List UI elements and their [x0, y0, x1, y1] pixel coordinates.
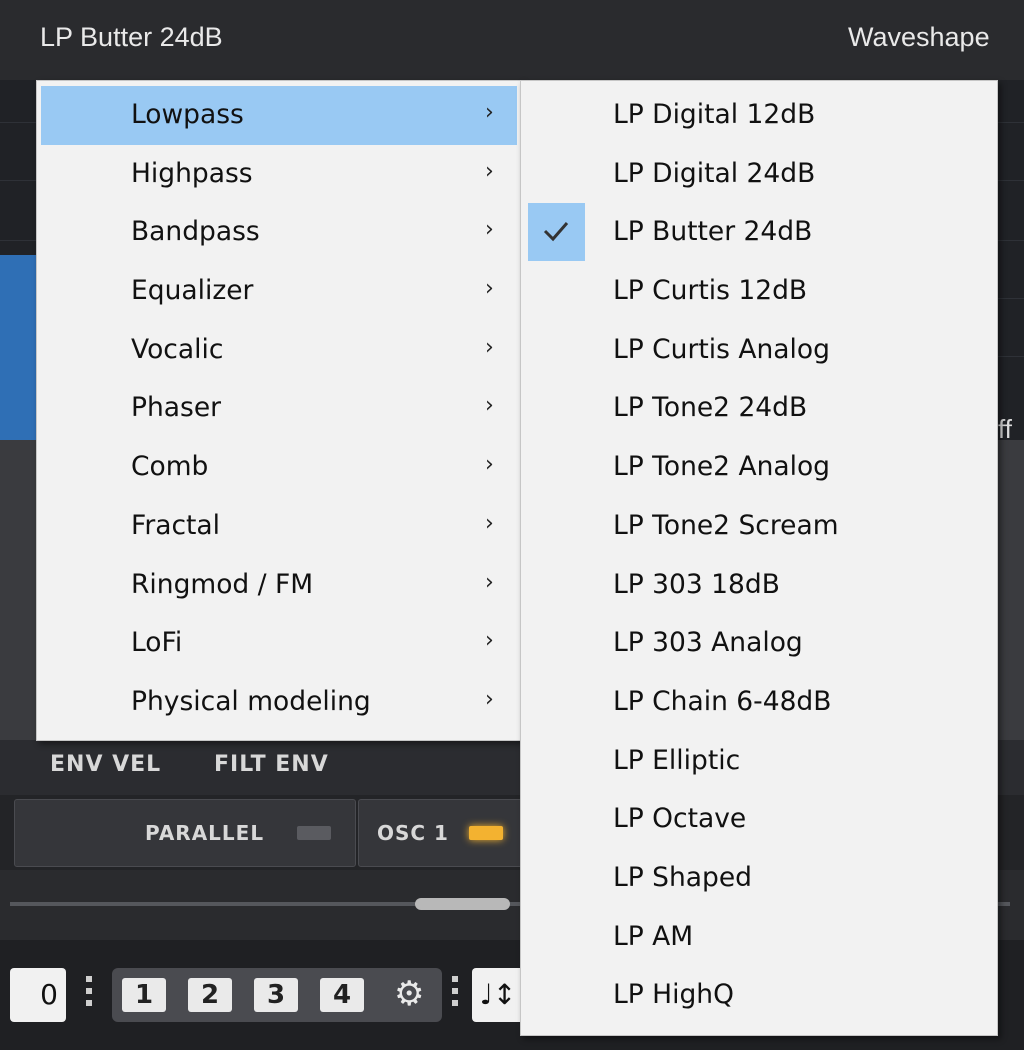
menu-item-vocalic[interactable]: Vocalic ›: [37, 321, 521, 380]
chevron-right-icon: ›: [485, 510, 494, 536]
slot-3-button[interactable]: 3: [254, 978, 298, 1012]
gear-icon[interactable]: ⚙: [394, 974, 424, 1014]
submenu-item-label: LP Tone2 Analog: [613, 451, 831, 483]
chevron-right-icon: ›: [485, 100, 494, 125]
note-icon[interactable]: ♩↕: [472, 968, 524, 1022]
menu-item-ringmod-fm[interactable]: Ringmod / FM ›: [37, 556, 521, 615]
value-field[interactable]: 0: [10, 968, 66, 1022]
menu-item-equalizer[interactable]: Equalizer ›: [37, 262, 521, 321]
submenu-item-lp-curtis-12db[interactable]: LP Curtis 12dB: [521, 262, 997, 321]
filter-curve-fill: [0, 255, 40, 470]
slot-1-button[interactable]: 1: [122, 978, 166, 1012]
submenu-item-label: LP Butter 24dB: [613, 216, 813, 248]
osc1-label: OSC 1: [377, 821, 449, 845]
menu-item-label: LoFi: [131, 627, 183, 659]
submenu-item-lp-butter-24db[interactable]: LP Butter 24dB: [521, 203, 997, 262]
submenu-item-lp-highq[interactable]: LP HighQ: [521, 966, 997, 1025]
menu-item-fractal[interactable]: Fractal ›: [37, 497, 521, 556]
submenu-item-lp-tone2-scream[interactable]: LP Tone2 Scream: [521, 497, 997, 556]
submenu-item-lp-am[interactable]: LP AM: [521, 908, 997, 967]
menu-item-label: Comb: [131, 451, 209, 483]
menu-item-lowpass[interactable]: Lowpass ›: [41, 86, 517, 145]
chevron-right-icon: ›: [485, 393, 494, 419]
env-vel-label: ENV VEL: [50, 752, 162, 777]
chevron-right-icon: ›: [485, 686, 494, 712]
submenu-item-label: LP Tone2 24dB: [613, 392, 808, 424]
filter-category-menu: Lowpass › Highpass › Bandpass › Equalizer › Voca…: [36, 80, 522, 741]
submenu-item-label: LP HighQ: [613, 979, 734, 1011]
submenu-item-lp-tone2-24db[interactable]: LP Tone2 24dB: [521, 379, 997, 438]
submenu-item-label: LP Curtis 12dB: [613, 275, 808, 307]
submenu-item-label: LP Tone2 Scream: [613, 509, 839, 541]
chevron-right-icon: ›: [485, 217, 494, 243]
submenu-item-label: LP Digital 24dB: [613, 157, 816, 189]
slot-selector: 1 2 3 4 ⚙: [112, 968, 442, 1022]
submenu-item-lp-303-18db[interactable]: LP 303 18dB: [521, 556, 997, 615]
chevron-right-icon: ›: [485, 628, 494, 654]
menu-item-label: Physical modeling: [131, 685, 371, 717]
menu-item-label: Bandpass: [131, 216, 260, 248]
chevron-right-icon: ›: [485, 334, 494, 360]
submenu-item-label: LP AM: [613, 920, 694, 952]
submenu-item-lp-elliptic[interactable]: LP Elliptic: [521, 732, 997, 791]
menu-item-bandpass[interactable]: Bandpass ›: [37, 203, 521, 262]
menu-item-lofi[interactable]: LoFi ›: [37, 614, 521, 673]
submenu-item-lp-tone2-analog[interactable]: LP Tone2 Analog: [521, 438, 997, 497]
submenu-item-label: LP Elliptic: [613, 744, 741, 776]
menu-item-comb[interactable]: Comb ›: [37, 438, 521, 497]
parallel-button[interactable]: PARALLEL: [14, 799, 356, 867]
waveshape-label: Waveshape: [848, 22, 990, 52]
parallel-label: PARALLEL: [145, 821, 265, 845]
submenu-item-label: LP Curtis Analog: [613, 333, 830, 365]
osc1-button[interactable]: OSC 1: [358, 799, 530, 867]
osc1-led: [469, 826, 503, 840]
menu-item-label: Ringmod / FM: [131, 568, 314, 600]
menu-item-highpass[interactable]: Highpass ›: [37, 145, 521, 204]
submenu-item-label: LP 303 Analog: [613, 627, 803, 659]
menu-item-label: Highpass: [131, 157, 253, 189]
filt-env-label: FILT ENV: [214, 752, 329, 777]
submenu-item-label: LP Chain 6-48dB: [613, 685, 832, 717]
slot-2-button[interactable]: 2: [188, 978, 232, 1012]
submenu-item-lp-shaped[interactable]: LP Shaped: [521, 849, 997, 908]
chevron-right-icon: ›: [485, 452, 494, 478]
drag-handle-icon[interactable]: [86, 976, 92, 1012]
submenu-item-lp-octave[interactable]: LP Octave: [521, 790, 997, 849]
menu-item-label: Fractal: [131, 509, 221, 541]
slot-4-button[interactable]: 4: [320, 978, 364, 1012]
menu-item-physical-modeling[interactable]: Physical modeling ›: [37, 673, 521, 732]
chevron-right-icon: ›: [485, 276, 494, 302]
menu-item-label: Lowpass: [131, 99, 244, 130]
menu-item-phaser[interactable]: Phaser ›: [37, 379, 521, 438]
menu-item-label: Vocalic: [131, 333, 224, 365]
filter-type-selector[interactable]: LP Butter 24dB: [40, 22, 223, 53]
submenu-item-lp-digital-24db[interactable]: LP Digital 24dB: [521, 145, 997, 204]
checkmark-icon: [528, 203, 585, 262]
submenu-item-lp-303-analog[interactable]: LP 303 Analog: [521, 614, 997, 673]
submenu-item-label: LP 303 18dB: [613, 568, 780, 600]
scroll-thumb[interactable]: [415, 898, 510, 910]
parallel-led: [297, 826, 331, 840]
menu-item-label: Phaser: [131, 392, 222, 424]
filter-header-bar: LP Butter 24dB Waveshape: [0, 0, 1024, 80]
lowpass-submenu: LP Digital 12dB LP Digital 24dB LP Butter …: [520, 80, 998, 1036]
submenu-item-label: LP Digital 12dB: [613, 99, 816, 130]
submenu-item-lp-digital-12db[interactable]: LP Digital 12dB: [521, 86, 997, 145]
submenu-item-label: LP Octave: [613, 803, 747, 835]
submenu-item-label: LP Shaped: [613, 861, 752, 893]
menu-item-label: Equalizer: [131, 275, 254, 307]
drag-handle-icon[interactable]: [452, 976, 458, 1012]
submenu-item-lp-chain-6-48db[interactable]: LP Chain 6-48dB: [521, 673, 997, 732]
submenu-item-lp-curtis-analog[interactable]: LP Curtis Analog: [521, 321, 997, 380]
chevron-right-icon: ›: [485, 569, 494, 595]
chevron-right-icon: ›: [485, 158, 494, 184]
